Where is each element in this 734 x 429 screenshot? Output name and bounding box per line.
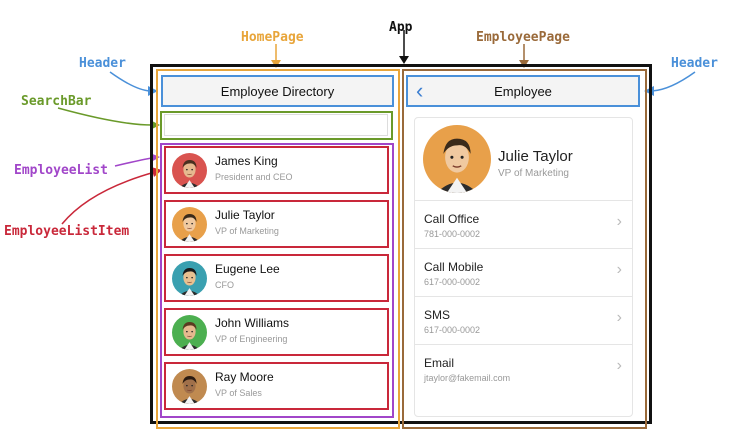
action-row[interactable]: Email jtaylor@fakemail.com › [415, 344, 632, 392]
chevron-right-icon: › [616, 213, 622, 230]
employee-list-item-title: President and CEO [215, 172, 293, 182]
home-header: Employee Directory [161, 75, 394, 107]
avatar-illustration [172, 207, 207, 242]
action-value: jtaylor@fakemail.com [424, 373, 511, 383]
avatar-illustration [172, 261, 207, 296]
avatar-illustration [172, 153, 207, 188]
employee-list-item-name: John Williams [215, 316, 290, 330]
annotation-searchbar: SearchBar [21, 94, 92, 109]
action-label: Email [424, 356, 455, 370]
employee-name: Julie Taylor [498, 148, 573, 165]
annotation-employeepage: EmployeePage [476, 30, 570, 45]
employee-header: ‹ Employee [406, 75, 640, 107]
chevron-right-icon: › [616, 261, 622, 278]
employee-list-item-name: Julie Taylor [215, 208, 275, 222]
employee-list-item-title: VP of Sales [215, 388, 262, 398]
avatar [172, 153, 207, 188]
avatar [172, 315, 207, 350]
avatar [172, 207, 207, 242]
employee-list-item-title: VP of Marketing [215, 226, 279, 236]
employee-list-item-title: VP of Engineering [215, 334, 288, 344]
annotation-header-left: Header [79, 56, 126, 71]
action-label: Call Office [424, 212, 480, 226]
avatar-illustration [172, 369, 207, 404]
employee-list-item-title: CFO [215, 280, 234, 290]
action-row[interactable]: Call Office 781-000-0002 › [415, 200, 632, 248]
avatar [172, 369, 207, 404]
annotation-homepage: HomePage [241, 30, 304, 45]
search-input[interactable] [164, 114, 388, 136]
action-value: 617-000-0002 [424, 325, 481, 335]
avatar [172, 261, 207, 296]
annotation-header-right: Header [671, 56, 718, 71]
avatar-illustration [423, 125, 491, 193]
home-header-title: Employee Directory [220, 83, 335, 99]
avatar-illustration [172, 315, 207, 350]
annotation-app: App [389, 20, 413, 35]
action-row[interactable]: Call Mobile 617-000-0002 › [415, 248, 632, 296]
action-label: SMS [424, 308, 451, 322]
employee-list-item[interactable]: John Williams VP of Engineering [164, 308, 389, 356]
chevron-right-icon: › [616, 357, 622, 374]
avatar [423, 125, 491, 193]
action-value: 781-000-0002 [424, 229, 481, 239]
employee-list-item-name: James King [215, 154, 278, 168]
employee-list-item[interactable]: Eugene Lee CFO [164, 254, 389, 302]
employee-list-item[interactable]: James King President and CEO [164, 146, 389, 194]
action-row[interactable]: SMS 617-000-0002 › [415, 296, 632, 344]
employee-header-title: Employee [494, 83, 552, 99]
employee-list-item-name: Eugene Lee [215, 262, 280, 276]
action-value: 617-000-0002 [424, 277, 481, 287]
chevron-right-icon: › [616, 309, 622, 326]
employee-list-item[interactable]: Julie Taylor VP of Marketing [164, 200, 389, 248]
employee-list-item-name: Ray Moore [215, 370, 274, 384]
action-label: Call Mobile [424, 260, 484, 274]
chevron-left-icon[interactable]: ‹ [416, 80, 423, 102]
annotation-employeelistitem: EmployeeListItem [4, 224, 130, 239]
employee-title: VP of Marketing [498, 168, 569, 179]
employee-list-item[interactable]: Ray Moore VP of Sales [164, 362, 389, 410]
annotation-employeelist: EmployeeList [14, 163, 108, 178]
